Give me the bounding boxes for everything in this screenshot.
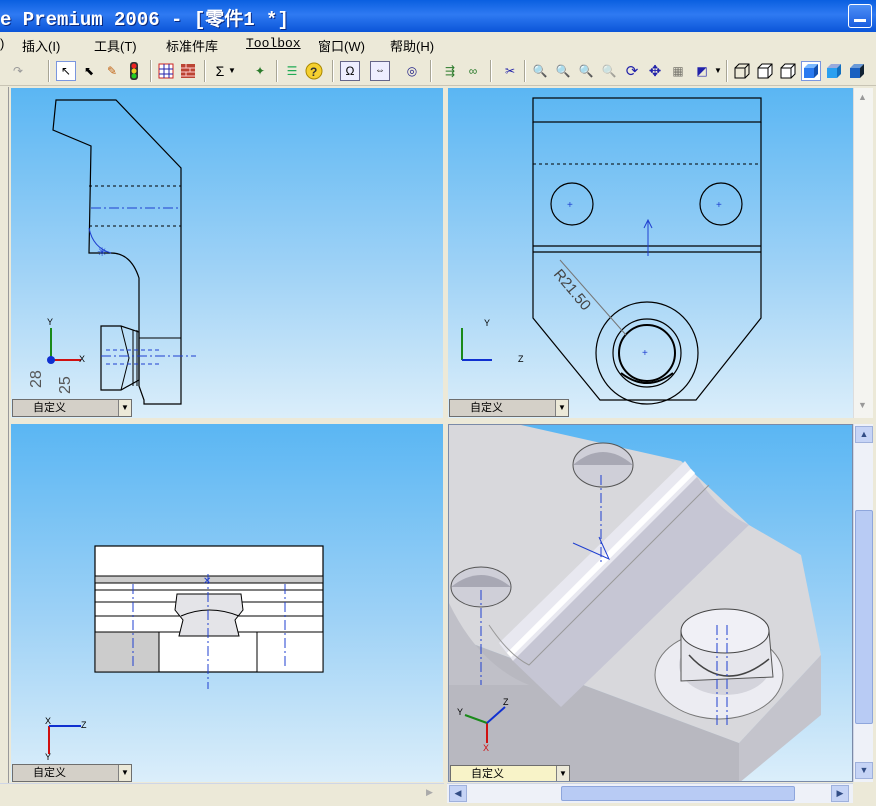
toolbar: ↷ ↖ ⬉ ✎ Σ ▼ ✦ ☰ ? Ω ⇔ ◎ ⇶ ∞ ✂ 🔍 🔍 🔍 🔍 ⟳ … — [0, 56, 876, 86]
chevron-down-icon[interactable]: ▼ — [556, 766, 569, 781]
vertical-scrollbar[interactable]: ▲ ▼ — [853, 424, 873, 782]
grid-icon[interactable] — [156, 61, 176, 81]
view-orientation-value: 自定义 — [33, 767, 66, 779]
svg-text:?: ? — [310, 65, 317, 79]
view-orientation-dropdown[interactable]: 自定义 ▼ — [450, 765, 570, 781]
link-icon[interactable]: ∞ — [463, 61, 483, 81]
view-orientation-value: 自定义 — [33, 402, 66, 414]
vertical-scroll-thumb[interactable] — [855, 510, 873, 724]
part-isometric-view — [449, 425, 821, 781]
viewport-bottom-left[interactable]: ✕ X Y Z 自定义 ▼ — [11, 424, 443, 782]
lighting-icon[interactable]: ▦ — [668, 61, 688, 81]
title-bar: e Premium 2006 - [零件1 *] — [0, 0, 876, 32]
chevron-down-icon[interactable]: ▼ — [226, 61, 238, 81]
chevron-down-icon[interactable]: ▼ — [118, 400, 131, 416]
axis-label-x: X — [45, 716, 52, 726]
svg-text:✕: ✕ — [203, 576, 211, 587]
axis-label-y: Y — [484, 318, 491, 328]
axis-label-z: Z — [503, 697, 509, 707]
chevron-down-icon[interactable]: ▼ — [855, 762, 873, 779]
sketch-icon[interactable]: ✎ — [102, 61, 122, 81]
rotate-icon[interactable]: ⟳ — [622, 61, 642, 81]
axis-label-x: X — [483, 743, 490, 753]
view-orientation-value: 自定义 — [470, 402, 503, 414]
view-orientation-value: 自定义 — [471, 768, 504, 780]
menu-item-insert[interactable]: 插入(I) — [22, 36, 60, 55]
axis-label-y: Y — [45, 752, 52, 762]
help-icon[interactable]: ? — [304, 61, 324, 81]
axis-label-y: Y — [47, 317, 54, 327]
view-orientation-dropdown[interactable]: 自定义 ▼ — [449, 399, 569, 417]
select-arrow-icon[interactable]: ↖ — [56, 61, 76, 81]
wireframe-icon[interactable] — [732, 61, 752, 81]
shaded-edges-icon[interactable] — [801, 61, 821, 81]
vertical-scrollbar-top[interactable]: ▲ ▼ — [853, 88, 873, 418]
origin-marker: ✳ — [97, 245, 107, 259]
menu-item-window[interactable]: 窗口(W) — [318, 36, 365, 55]
rebuild-icon[interactable]: ⇶ — [440, 61, 460, 81]
chevron-down-icon[interactable]: ▼ — [858, 400, 867, 410]
select-other-icon[interactable]: ⬉ — [79, 61, 99, 81]
axis-label-x: X — [79, 354, 86, 364]
chevron-down-icon[interactable]: ▼ — [555, 400, 568, 416]
brick-icon[interactable] — [178, 61, 198, 81]
section-icon[interactable]: Ω — [340, 61, 360, 81]
axis-label-z: Z — [518, 354, 524, 364]
axis-label-y: Y — [457, 707, 464, 717]
traffic-light-icon[interactable] — [124, 61, 144, 81]
viewport-bottom-right[interactable]: Y X Z 自定义 ▼ — [448, 424, 853, 782]
list-icon[interactable]: ☰ — [282, 61, 302, 81]
hidden-lines-icon[interactable] — [755, 61, 775, 81]
shaded-icon[interactable] — [824, 61, 844, 81]
pan-icon[interactable]: ✥ — [645, 61, 665, 81]
menu-item-tools[interactable]: 工具(T) — [94, 36, 137, 55]
svg-text:+: + — [716, 200, 722, 211]
minimize-button[interactable] — [848, 4, 872, 28]
horizontal-scrollbar-left[interactable]: ▶ — [0, 783, 444, 803]
perspective-icon[interactable] — [847, 61, 867, 81]
part-front-view: + + + — [461, 97, 762, 405]
chevron-up-icon[interactable]: ▲ — [858, 92, 867, 102]
dimension-icon[interactable]: ⇔ — [370, 61, 390, 81]
axis-label-z: Z — [81, 720, 87, 730]
dimension-label[interactable]: 25 — [57, 376, 75, 394]
zoom-in-icon[interactable]: 🔍 — [576, 61, 596, 81]
svg-text:+: + — [642, 348, 648, 359]
menu-item-standard-lib[interactable]: 标准件库 — [166, 36, 218, 55]
zoom-area-icon[interactable]: 🔍 — [553, 61, 573, 81]
chevron-right-icon[interactable]: ▶ — [426, 787, 433, 798]
part-top-view: ✕ — [48, 545, 324, 754]
dimension-label[interactable]: 28 — [28, 370, 46, 388]
chevron-left-icon[interactable]: ◀ — [449, 785, 467, 802]
svg-text:+: + — [567, 200, 573, 211]
view-orientation-dropdown[interactable]: 自定义 ▼ — [12, 399, 132, 417]
chevron-up-icon[interactable]: ▲ — [855, 426, 873, 443]
redo-icon[interactable]: ↷ — [8, 61, 28, 81]
view-orientation-dropdown[interactable]: 自定义 ▼ — [12, 764, 132, 782]
viewport-top-right[interactable]: + + + R21.50 Y Z 自定义 ▼ — [448, 88, 853, 418]
menu-item-toolbox[interactable]: Toolbox — [246, 36, 301, 51]
part-side-view: ✳ — [47, 99, 196, 405]
menu-bar: ) 插入(I) 工具(T) 标准件库 Toolbox 窗口(W) 帮助(H) — [0, 32, 876, 56]
zoom-fit-icon[interactable]: 🔍 — [530, 61, 550, 81]
zoom-prev-icon[interactable]: 🔍 — [599, 61, 619, 81]
window-title: e Premium 2006 - [零件1 *] — [0, 9, 289, 31]
target-icon[interactable]: ◎ — [402, 61, 422, 81]
chevron-down-icon[interactable]: ▼ — [118, 765, 131, 781]
chevron-right-icon[interactable]: ▶ — [831, 785, 849, 802]
menu-item-help[interactable]: 帮助(H) — [390, 36, 434, 55]
viewport-top-left[interactable]: ✳ Y X 28 25 自定义 ▼ — [11, 88, 443, 418]
horizontal-scrollbar[interactable]: ◀ ▶ — [447, 783, 853, 803]
measure-icon[interactable]: ✦ — [250, 61, 270, 81]
left-gutter — [0, 87, 9, 803]
chevron-down-icon[interactable]: ▼ — [712, 61, 724, 81]
menu-item-partial[interactable]: ) — [0, 36, 4, 51]
hidden-removed-icon[interactable] — [778, 61, 798, 81]
view-orient-icon[interactable]: ◩ — [692, 61, 712, 81]
horizontal-scroll-thumb[interactable] — [561, 786, 795, 801]
cross-icon[interactable]: ✂ — [500, 61, 520, 81]
